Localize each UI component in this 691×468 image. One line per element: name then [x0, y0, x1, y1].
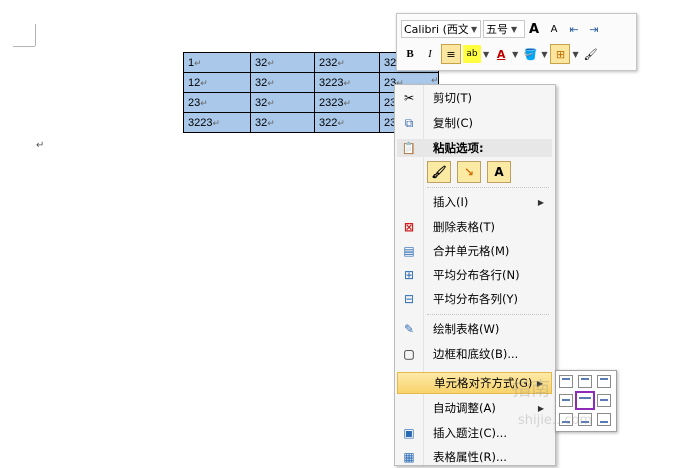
- borders-icon[interactable]: ⊞: [550, 44, 571, 64]
- chevron-down-icon[interactable]: ▼: [541, 50, 547, 59]
- align-middle-left-icon[interactable]: [559, 394, 573, 407]
- borders-shading-icon: ▢: [403, 347, 415, 361]
- margin-corner-mark: [35, 24, 36, 46]
- table-cell[interactable]: 232↵: [314, 52, 380, 73]
- align-middle-right-icon[interactable]: [597, 394, 611, 407]
- scissors-icon: ✂: [403, 91, 415, 105]
- distribute-columns-icon: ⊟: [403, 292, 415, 306]
- center-align-icon[interactable]: ≡: [441, 44, 461, 64]
- submenu-arrow-icon: ▶: [537, 197, 544, 207]
- menu-item-merge-cells[interactable]: ▤ 合并单元格(M): [397, 240, 552, 262]
- empty-icon-slot: [397, 397, 421, 419]
- format-painter-icon[interactable]: 🖌: [582, 45, 600, 63]
- italic-button[interactable]: I: [421, 45, 439, 63]
- decrease-indent-icon[interactable]: ⇤: [565, 20, 583, 38]
- insert-caption-icon: ▣: [403, 426, 415, 440]
- menu-item-label: 自动调整(A): [433, 401, 496, 415]
- table-cell[interactable]: 32↵: [250, 112, 315, 133]
- table-cell[interactable]: 12↵: [183, 72, 251, 93]
- chevron-down-icon: ▼: [471, 24, 478, 34]
- distribute-rows-icon: ⊞: [403, 268, 415, 282]
- menu-item-label: 平均分布各列(Y): [433, 292, 518, 306]
- font-name-dropdown[interactable]: Calibri (西文正▼: [401, 20, 481, 38]
- shading-bucket-icon[interactable]: 🪣: [521, 45, 539, 63]
- chevron-down-icon[interactable]: ▼: [572, 50, 578, 59]
- table-properties-icon: ▦: [403, 450, 415, 464]
- delete-table-icon: ⊠: [403, 220, 415, 234]
- paste-keep-formatting-icon[interactable]: 🖌: [427, 161, 451, 183]
- table-cell[interactable]: 2323↵: [314, 92, 380, 113]
- submenu-arrow-icon: ▶: [537, 403, 544, 413]
- menu-item-label: 剪切(T): [433, 91, 472, 105]
- paragraph-mark: ↵: [36, 140, 45, 151]
- menu-item-distribute-rows[interactable]: ⊞ 平均分布各行(N): [397, 264, 552, 286]
- menu-item-table-properties[interactable]: ▦ 表格属性(R)...: [397, 446, 552, 468]
- paste-options-header: 📋 粘贴选项:: [397, 139, 552, 157]
- draw-table-icon: ✎: [403, 322, 415, 336]
- bold-button[interactable]: B: [401, 45, 419, 63]
- menu-item-label: 表格属性(R)...: [433, 450, 507, 464]
- table-cell[interactable]: 32↵: [250, 92, 315, 113]
- chevron-down-icon[interactable]: ▼: [483, 50, 489, 59]
- margin-corner-mark: [13, 46, 35, 47]
- paste-options-label: 粘贴选项:: [433, 141, 484, 155]
- chevron-down-icon[interactable]: ▼: [512, 50, 518, 59]
- align-top-center-icon[interactable]: [578, 375, 592, 388]
- menu-item-copy[interactable]: ⧉ 复制(C): [397, 112, 552, 134]
- menu-separator: [427, 314, 549, 316]
- menu-item-label: 合并单元格(M): [433, 244, 510, 258]
- empty-icon-slot: [398, 372, 422, 394]
- table-cell[interactable]: 32↵: [250, 52, 315, 73]
- table-cell[interactable]: 3223↵: [314, 72, 380, 93]
- menu-item-label: 平均分布各行(N): [433, 268, 520, 282]
- align-top-right-icon[interactable]: [597, 375, 611, 388]
- menu-item-draw-table[interactable]: ✎ 绘制表格(W): [397, 318, 552, 340]
- menu-item-label: 边框和底纹(B)...: [433, 347, 519, 361]
- font-size-value: 五号: [486, 23, 508, 36]
- table-cell[interactable]: 23↵: [183, 92, 251, 113]
- highlight-color-icon[interactable]: ab: [463, 45, 481, 63]
- menu-item-cut[interactable]: ✂ 剪切(T): [397, 87, 552, 109]
- menu-item-label: 删除表格(T): [433, 220, 495, 234]
- menu-item-insert[interactable]: 插入(I) ▶: [397, 191, 552, 213]
- mini-toolbar: Calibri (西文正▼ 五号▼ A A ⇤ ⇥ B I ≡ ab▼ A▼ 🪣…: [396, 13, 637, 71]
- watermark: 指南: [512, 378, 551, 400]
- shrink-font-icon[interactable]: A: [545, 20, 563, 38]
- copy-icon: ⧉: [404, 115, 414, 130]
- menu-item-label: 绘制表格(W): [433, 322, 500, 336]
- context-menu: ✂ 剪切(T) ⧉ 复制(C) 📋 粘贴选项: 🖌 ↘ A 插入(I) ▶ ⊠ …: [394, 84, 556, 466]
- align-top-left-icon[interactable]: [559, 375, 573, 388]
- merge-cells-icon: ▤: [403, 244, 415, 258]
- font-size-dropdown[interactable]: 五号 ▼: [483, 20, 525, 38]
- menu-item-delete-table[interactable]: ⊠ 删除表格(T): [397, 216, 552, 238]
- menu-item-distribute-columns[interactable]: ⊟ 平均分布各列(Y): [397, 288, 552, 310]
- clipboard-icon: 📋: [401, 141, 417, 155]
- menu-item-borders-shading[interactable]: ▢ 边框和底纹(B)...: [397, 343, 552, 365]
- table-cell[interactable]: 1↵: [183, 52, 251, 73]
- chevron-down-icon: ▼: [511, 24, 518, 34]
- watermark: shijie...com: [518, 413, 593, 428]
- table-cell[interactable]: 32↵: [250, 72, 315, 93]
- empty-icon-slot: [397, 191, 421, 213]
- increase-indent-icon[interactable]: ⇥: [585, 20, 603, 38]
- paste-options-row: 🖌 ↘ A: [427, 161, 517, 183]
- menu-item-label: 插入(I): [433, 195, 469, 209]
- paste-text-only-icon[interactable]: A: [487, 161, 511, 183]
- menu-item-label: 插入题注(C)...: [433, 426, 507, 440]
- table-cell[interactable]: 3223↵: [183, 112, 251, 133]
- paste-merge-formatting-icon[interactable]: ↘: [457, 161, 481, 183]
- align-middle-center-icon[interactable]: [575, 391, 595, 410]
- align-bottom-right-icon[interactable]: [597, 413, 611, 426]
- grow-font-icon[interactable]: A: [525, 20, 543, 38]
- menu-item-label: 复制(C): [433, 116, 474, 130]
- font-color-icon[interactable]: A: [492, 45, 510, 63]
- font-name-value: Calibri (西文正: [404, 23, 468, 36]
- menu-separator: [427, 187, 549, 189]
- table-cell[interactable]: 322↵: [314, 112, 380, 133]
